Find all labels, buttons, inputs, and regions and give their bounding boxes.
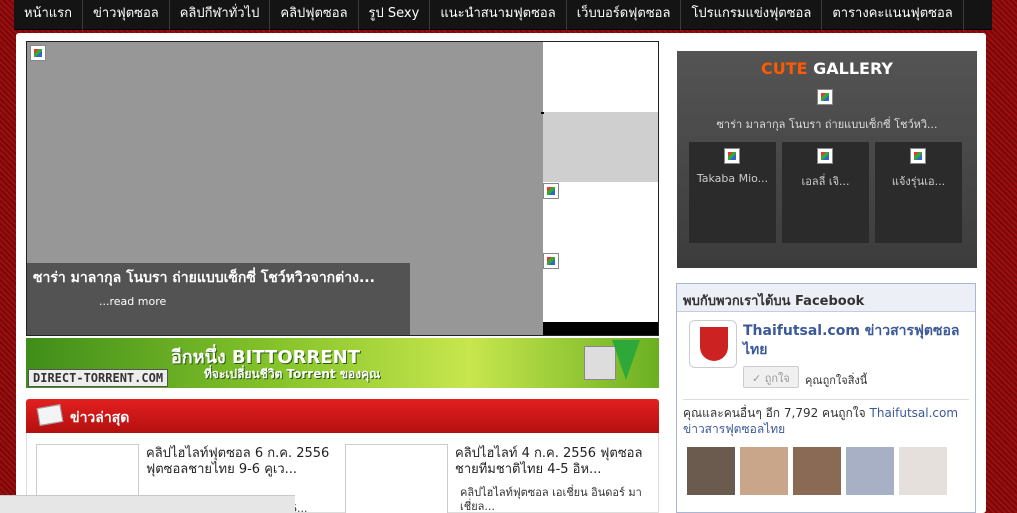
gallery-thumb[interactable]: แจ้งรุ่นเอ...: [875, 142, 962, 243]
gallery-thumb[interactable]: เอลลี่ เจิ...: [782, 142, 869, 243]
fan-avatar[interactable]: [687, 447, 735, 495]
slide-caption-title[interactable]: ซาร่า มาลากุล โนบรา ถ่ายแบบเซ็กซี่ โชว์ห…: [33, 267, 404, 289]
fan-avatar[interactable]: [793, 447, 841, 495]
latest-news-title: ข่าวล่าสุด: [70, 410, 130, 426]
like-button[interactable]: ✓ ถูกใจ: [743, 366, 799, 388]
news-desc: คลิปไฮไลท์ฟุตซอล เอเชี่ยน อินดอร์ มาเชี่…: [460, 486, 642, 513]
nav-item-match-schedule[interactable]: โปรแกรมแข่งฟุตซอล: [681, 0, 823, 30]
like-count-text: คุณและคนอื่นๆ อีก 7,792 คนถูกใจ Thaifuts…: [683, 405, 973, 437]
download-arrow-icon: [612, 340, 640, 380]
main-navbar: หน้าแรก ข่าวฟุตซอล คลิปกีฬาทั่วไป คลิปฟุ…: [14, 0, 992, 30]
broken-image-icon: [817, 148, 833, 164]
page-logo[interactable]: [689, 320, 737, 368]
broken-image-icon[interactable]: [543, 183, 559, 199]
broken-image-icon[interactable]: [543, 253, 559, 269]
divider: [683, 399, 969, 400]
fan-avatar[interactable]: [740, 447, 788, 495]
nav-item-futsal-news[interactable]: ข่าวฟุตซอล: [83, 0, 170, 30]
gallery-caption[interactable]: ซาร่า มาลากุล โนบรา ถ่ายแบบเซ็กซี่ โชว์ห…: [677, 115, 977, 133]
nav-item-futsal-clips[interactable]: คลิปฟุตซอล: [270, 0, 359, 30]
slide-main-image[interactable]: ซาร่า มาลากุล โนบรา ถ่ายแบบเซ็กซี่ โชว์ห…: [27, 42, 543, 335]
fan-faces: [687, 447, 977, 507]
news-title-link[interactable]: คลิปไฮไลท์ฟุตซอล 6 ก.ค. 2556 ฟุตซอลชายไท…: [146, 446, 336, 478]
gallery-title-cute: CUTE: [760, 59, 808, 78]
gallery-thumb-label: Takaba Mio...: [696, 172, 769, 185]
nav-item-home[interactable]: หน้าแรก: [14, 0, 83, 30]
newspaper-icon: [36, 404, 64, 426]
fan-avatar[interactable]: [846, 447, 894, 495]
gallery-thumb-label: แจ้งรุ่นเอ...: [891, 175, 946, 188]
gallery-title: CUTE GALLERY: [677, 59, 977, 78]
facebook-page-name[interactable]: Thaifutsal.com ข่าวสารฟุตซอลไทย: [743, 322, 968, 360]
bittorrent-banner[interactable]: อีกหนึ่ง BITTORRENT ที่จะเปลี่ยนชีวิต To…: [26, 338, 659, 388]
thumb-marker: [541, 112, 544, 114]
news-title-link[interactable]: คลิปไฮไลท์ 4 ก.ค. 2556 ฟุตซอลชายทีมชาติไ…: [455, 446, 645, 478]
facebook-like-box: พบกับพวกเราได้บน Facebook Thaifutsal.com…: [676, 283, 976, 513]
nav-item-webboard[interactable]: เว็บบอร์ดฟุตซอล: [567, 0, 682, 30]
nav-item-futsal-fields[interactable]: แนะนำสนามฟุตซอล: [430, 0, 567, 30]
nav-item-sexy-pics[interactable]: รูป Sexy: [359, 0, 431, 30]
nav-item-standings[interactable]: ตารางคะแนนฟุตซอล: [822, 0, 964, 30]
slider-thumbnails: [541, 42, 658, 335]
gallery-thumb[interactable]: Takaba Mio...: [689, 142, 776, 243]
nav-item-sports-clips[interactable]: คลิปกีฬาทั่วไป: [170, 0, 271, 30]
broken-image-icon: [724, 148, 740, 164]
bottom-overlay-bar: [0, 495, 295, 513]
like-status-text: คุณถูกใจสิ่งนี้: [805, 374, 868, 387]
banner-logo: DIRECT-TORRENT.COM: [28, 369, 169, 387]
broken-image-icon[interactable]: [817, 89, 833, 105]
gallery-title-gallery: GALLERY: [813, 59, 894, 78]
slider-thumb-bar: [543, 322, 658, 335]
broken-image-icon: [30, 45, 46, 61]
featured-slider: ซาร่า มาลากุล โนบรา ถ่ายแบบเซ็กซี่ โชว์ห…: [26, 41, 659, 336]
slider-thumb-active[interactable]: [543, 112, 658, 182]
latest-news-header: ข่าวล่าสุด: [26, 399, 659, 433]
cute-gallery: CUTE GALLERY ซาร่า มาลากุล โนบรา ถ่ายแบบ…: [677, 51, 977, 268]
like-count-prefix: คุณและคนอื่นๆ อีก 7,792 คนถูกใจ: [683, 406, 870, 420]
slide-caption: ซาร่า มาลากุล โนบรา ถ่ายแบบเซ็กซี่ โชว์ห…: [27, 263, 410, 335]
facebook-header: พบกับพวกเราได้บน Facebook: [677, 284, 975, 312]
banner-subtitle: ที่จะเปลี่ยนชีวิต Torrent ของคุณ: [204, 367, 381, 381]
read-more-link[interactable]: ...read more: [33, 295, 404, 308]
page-content: ซาร่า มาลากุล โนบรา ถ่ายแบบเซ็กซี่ โชว์ห…: [16, 33, 986, 513]
fan-avatar[interactable]: [899, 447, 947, 495]
broken-image-icon: [910, 148, 926, 164]
gallery-thumb-label: เอลลี่ เจิ...: [801, 175, 850, 188]
news-thumbnail[interactable]: [345, 444, 448, 513]
